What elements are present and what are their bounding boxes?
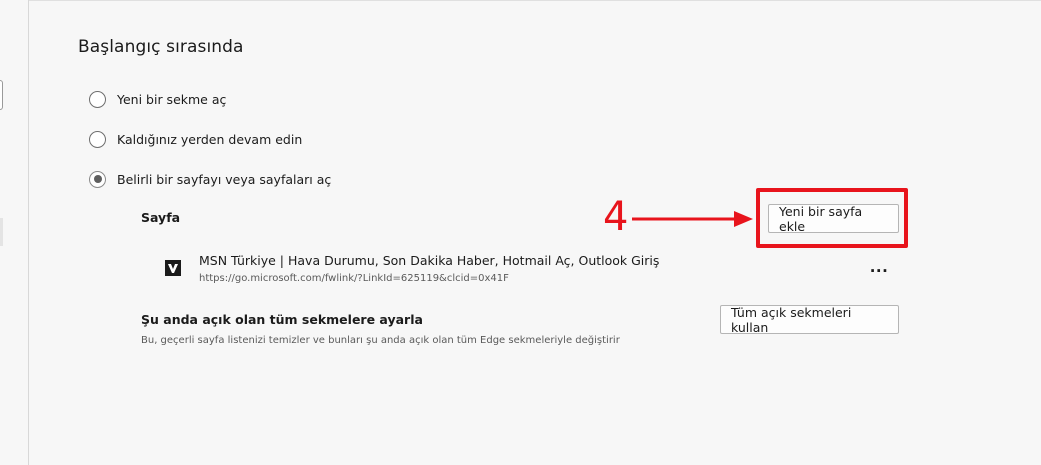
annotation-step-number: 4 — [603, 194, 629, 240]
radio-button[interactable] — [89, 130, 106, 148]
page-list-item: MSN Türkiye | Hava Durumu, Son Dakika Ha… — [165, 252, 890, 292]
sidebar-selected-item-indicator[interactable] — [0, 218, 3, 246]
top-divider — [28, 0, 1041, 1]
msn-favicon-icon — [165, 260, 181, 276]
use-open-tabs-title: Şu anda açık olan tüm sekmelere ayarla — [141, 312, 423, 327]
more-options-icon[interactable]: ... — [868, 256, 890, 278]
page-url: https://go.microsoft.com/fwlink/?LinkId=… — [199, 273, 509, 284]
page-title: MSN Türkiye | Hava Durumu, Son Dakika Ha… — [199, 253, 660, 268]
radio-button[interactable] — [89, 90, 106, 108]
settings-page: Başlangıç sırasında Yeni bir sekme aç Ka… — [0, 0, 1041, 465]
sidebar — [0, 0, 29, 465]
radio-label: Belirli bir sayfayı veya sayfaları aç — [117, 171, 332, 187]
radio-label: Kaldığınız yerden devam edin — [117, 131, 303, 147]
use-open-tabs-description: Bu, geçerli sayfa listenizi temizler ve … — [141, 335, 620, 346]
radio-dot — [93, 175, 102, 183]
radio-button-checked[interactable] — [89, 170, 106, 188]
sidebar-search-box[interactable] — [0, 80, 3, 110]
annotation-arrow-icon — [632, 211, 753, 227]
radio-option-specific-pages[interactable]: Belirli bir sayfayı veya sayfaları aç — [89, 168, 331, 190]
section-title: Başlangıç sırasında — [78, 37, 244, 57]
radio-option-new-tab[interactable]: Yeni bir sekme aç — [89, 88, 226, 110]
annotation-highlight-box — [756, 188, 908, 248]
pages-heading: Sayfa — [141, 210, 181, 225]
use-all-open-tabs-button[interactable]: Tüm açık sekmeleri kullan — [720, 305, 899, 335]
radio-option-continue[interactable]: Kaldığınız yerden devam edin — [89, 128, 302, 150]
radio-label: Yeni bir sekme aç — [117, 91, 227, 107]
